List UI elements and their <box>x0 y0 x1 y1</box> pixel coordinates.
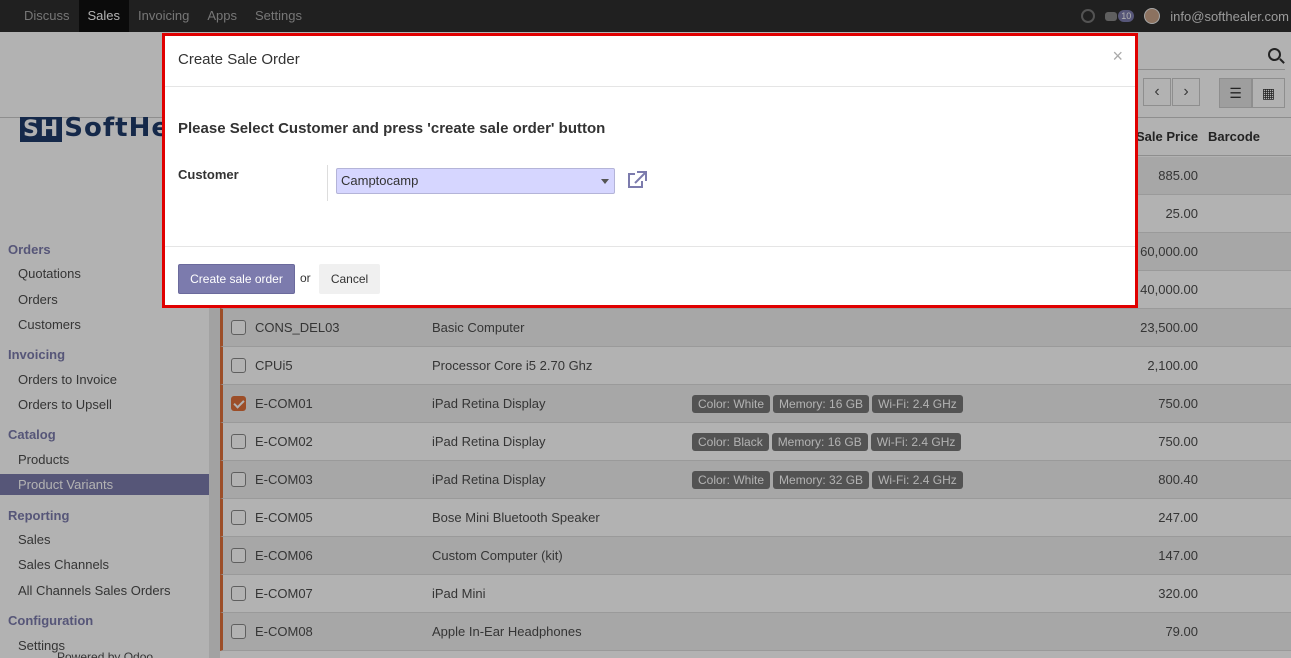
customer-select[interactable]: Camptocamp <box>336 168 615 194</box>
customer-value: Camptocamp <box>341 173 419 188</box>
dialog-header: Create Sale Order × <box>165 36 1135 87</box>
cancel-button[interactable]: Cancel <box>319 264 380 294</box>
chevron-down-icon <box>601 179 609 184</box>
or-separator: or <box>300 271 311 285</box>
create-sale-order-dialog: Create Sale Order × Please Select Custom… <box>162 33 1138 308</box>
create-sale-order-button[interactable]: Create sale order <box>178 264 295 294</box>
dialog-title: Create Sale Order <box>178 51 300 68</box>
external-link-icon[interactable] <box>626 170 648 190</box>
dialog-instructions: Please Select Customer and press 'create… <box>178 120 606 137</box>
customer-label: Customer <box>178 167 239 182</box>
close-icon[interactable]: × <box>1112 46 1123 67</box>
dialog-footer: Create sale order or Cancel <box>165 247 1135 310</box>
field-separator <box>327 165 328 201</box>
dialog-body: Please Select Customer and press 'create… <box>165 87 1135 247</box>
